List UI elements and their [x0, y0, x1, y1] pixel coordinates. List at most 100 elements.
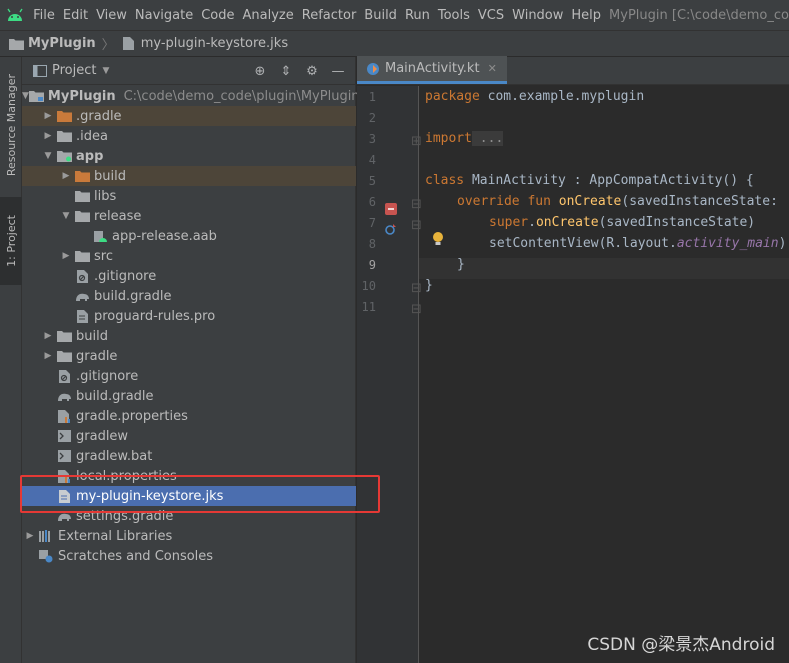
- file-icon: [121, 37, 137, 51]
- tree-item[interactable]: ▶ .gradle: [22, 106, 356, 126]
- fold-marker-icon[interactable]: ⊟: [411, 302, 422, 317]
- line-number: 10: [361, 279, 376, 293]
- current-line-highlight: [419, 258, 789, 279]
- code-line-1: package com.example.myplugin: [425, 89, 645, 104]
- menu-navigate[interactable]: Navigate: [131, 8, 197, 23]
- locate-icon[interactable]: ⊕: [247, 64, 273, 79]
- menu-edit[interactable]: Edit: [59, 8, 92, 23]
- gear-icon[interactable]: ⚙: [299, 64, 325, 79]
- tree-item[interactable]: gradlew: [22, 426, 356, 446]
- tree-item[interactable]: ▶ gradle: [22, 346, 356, 366]
- watermark: CSDN @梁景杰Android: [587, 635, 775, 655]
- collapsed-arrow-icon: ▶: [26, 531, 34, 541]
- gradle-elephant-icon: [56, 389, 72, 403]
- tab-resource-manager[interactable]: Resource Manager: [0, 65, 22, 185]
- close-tab-icon[interactable]: ✕: [488, 62, 497, 75]
- menu-run[interactable]: Run: [401, 8, 434, 23]
- collapsed-arrow-icon: ▶: [62, 171, 70, 181]
- folder-icon: [74, 209, 90, 223]
- tree-item[interactable]: settings.gradle: [22, 506, 356, 526]
- breadcrumb-separator-icon: 〉: [101, 38, 115, 53]
- ignore-file-icon: [74, 269, 90, 283]
- tree-item[interactable]: ▶ build: [22, 166, 356, 186]
- gradle-elephant-icon: [56, 509, 72, 523]
- project-tree: ▼ MyPlugin C:\code\demo_code\plugin\MyPl…: [22, 86, 360, 566]
- tab-main-activity[interactable]: MainActivity.kt ✕: [357, 56, 507, 84]
- breadcrumb-file[interactable]: my-plugin-keystore.jks: [121, 36, 288, 51]
- tree-item[interactable]: .gitignore: [22, 366, 356, 386]
- editor-gutter: 1 2 3 4 5 6 7 8 9 10 11 ⊞ ⊟ ⊟ ⊟ ⊟: [357, 86, 422, 663]
- collapsed-arrow-icon: ▶: [44, 111, 52, 121]
- menu-tools[interactable]: Tools: [434, 8, 474, 23]
- tree-item[interactable]: app-release.aab: [22, 226, 356, 246]
- folder-icon: [56, 329, 72, 343]
- android-bundle-icon: [92, 229, 108, 243]
- code-line-6: class MainActivity : AppCompatActivity()…: [425, 173, 754, 188]
- menu-refactor[interactable]: Refactor: [298, 8, 361, 23]
- scratches-icon: [38, 549, 54, 563]
- module-folder-icon: [28, 89, 44, 103]
- minimize-icon[interactable]: —: [325, 64, 351, 79]
- breadcrumb-project[interactable]: MyPlugin: [8, 36, 96, 51]
- fold-marker-icon[interactable]: ⊟: [411, 281, 422, 296]
- tree-root[interactable]: ▼ MyPlugin C:\code\demo_code\plugin\MyPl…: [22, 86, 360, 106]
- override-gutter-icon[interactable]: [384, 222, 398, 240]
- tree-item[interactable]: proguard-rules.pro: [22, 306, 356, 326]
- menu-window[interactable]: Window: [508, 8, 567, 23]
- tree-item[interactable]: ▶ .idea: [22, 126, 356, 146]
- tree-item[interactable]: gradlew.bat: [22, 446, 356, 466]
- collapsed-arrow-icon: ▶: [44, 351, 52, 361]
- fold-marker-icon[interactable]: ⊟: [411, 218, 422, 233]
- tree-item[interactable]: gradle.properties: [22, 406, 356, 426]
- line-number: 11: [361, 300, 376, 314]
- tree-item-selected[interactable]: my-plugin-keystore.jks: [22, 486, 356, 506]
- tree-item[interactable]: build.gradle: [22, 386, 356, 406]
- breadcrumb: MyPlugin 〉 my-plugin-keystore.jks: [0, 30, 789, 57]
- tree-item[interactable]: ▼ app: [22, 146, 356, 166]
- project-panel-header: Project ▼ ⊕ ⇕ ⚙ —: [22, 57, 355, 85]
- text-file-icon: [74, 309, 90, 323]
- line-number: 6: [368, 195, 376, 209]
- folder-icon: [8, 37, 24, 51]
- collapse-all-icon[interactable]: ⇕: [273, 64, 299, 79]
- menu-analyze[interactable]: Analyze: [239, 8, 298, 23]
- tree-item[interactable]: .gitignore: [22, 266, 356, 286]
- fold-marker-icon[interactable]: ⊟: [411, 197, 422, 212]
- line-number: 4: [368, 153, 376, 167]
- tree-item[interactable]: build.gradle: [22, 286, 356, 306]
- expanded-arrow-icon: ▼: [44, 151, 52, 161]
- menu-vcs[interactable]: VCS: [474, 8, 508, 23]
- class-gutter-icon[interactable]: [384, 202, 398, 220]
- code-line-3: import ...: [425, 131, 504, 146]
- menu-code[interactable]: Code: [197, 8, 238, 23]
- menu-file[interactable]: File: [29, 8, 59, 23]
- line-number: 8: [368, 237, 376, 251]
- tree-item[interactable]: ▶ External Libraries: [22, 526, 356, 546]
- menu-build[interactable]: Build: [360, 8, 401, 23]
- kotlin-class-icon: [365, 62, 381, 76]
- line-number: 2: [368, 111, 376, 125]
- menu-view[interactable]: View: [92, 8, 131, 23]
- tree-item[interactable]: ▼ release: [22, 206, 356, 226]
- code-line-11: }: [425, 278, 433, 293]
- tree-item[interactable]: ▶ src: [22, 246, 356, 266]
- tree-item[interactable]: Scratches and Consoles: [22, 546, 356, 566]
- excluded-folder-icon: [74, 169, 90, 183]
- menu-bar: File Edit View Navigate Code Analyze Ref…: [0, 0, 789, 30]
- folder-icon: [74, 189, 90, 203]
- project-view-selector[interactable]: Project ▼: [32, 63, 109, 78]
- code-line-10: }: [457, 257, 465, 272]
- fold-marker-icon[interactable]: ⊞: [411, 134, 422, 149]
- chevron-down-icon: ▼: [102, 65, 110, 76]
- text-file-icon: [56, 489, 72, 503]
- code-line-9: setContentView(R.layout.activity_main): [489, 236, 787, 251]
- collapsed-arrow-icon: ▶: [44, 131, 52, 141]
- menu-help[interactable]: Help: [567, 8, 605, 23]
- tab-project[interactable]: 1: Project: [0, 197, 22, 285]
- tree-item[interactable]: local.properties: [22, 466, 356, 486]
- tree-item[interactable]: libs: [22, 186, 356, 206]
- properties-file-icon: [56, 469, 72, 483]
- lightbulb-icon[interactable]: [432, 231, 444, 251]
- tree-item[interactable]: ▶ build: [22, 326, 356, 346]
- line-number: 7: [368, 216, 376, 230]
